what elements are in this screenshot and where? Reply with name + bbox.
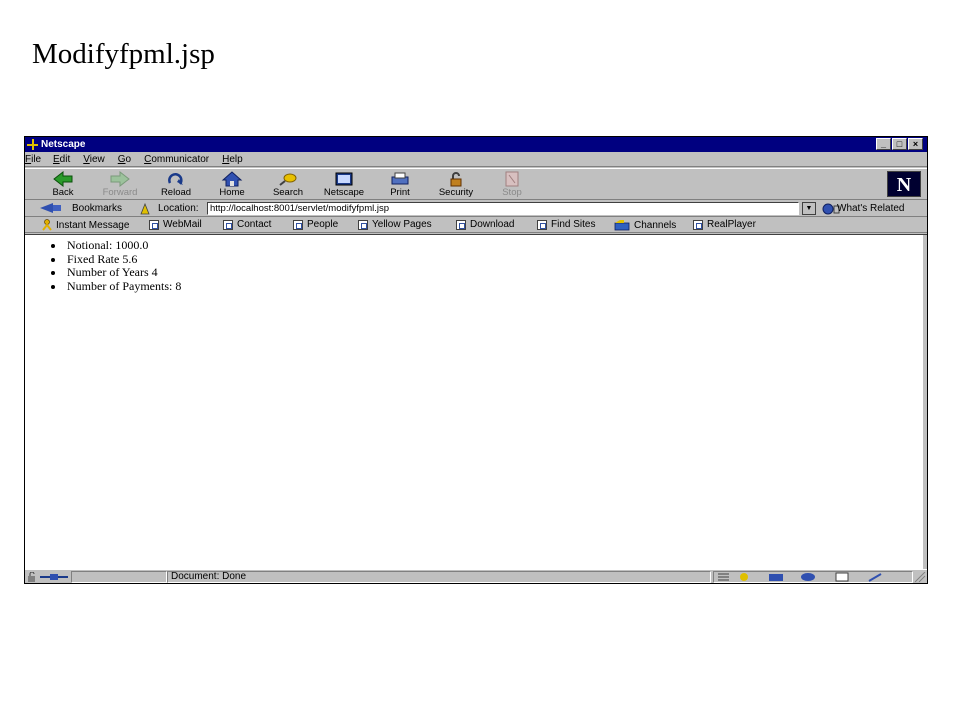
netscape-button[interactable]: Netscape <box>319 171 369 199</box>
menu-edit[interactable]: Edit <box>52 154 76 165</box>
bookmark-page-icon <box>293 219 303 230</box>
page-content-area: Notional: 1000.0 Fixed Rate 5.6 Number o… <box>25 234 927 570</box>
address-book-component-icon[interactable] <box>867 572 885 582</box>
back-button[interactable]: Back <box>38 171 88 199</box>
print-button[interactable]: Print <box>375 171 425 199</box>
menu-communicator[interactable]: Communicator <box>143 154 215 165</box>
browser-window: Netscape _ □ × File Edit View Go Communi… <box>24 136 928 584</box>
netscape-throbber-logo[interactable]: N <box>887 171 921 197</box>
maximize-button[interactable]: □ <box>892 138 907 150</box>
list-item: Fixed Rate 5.6 <box>50 252 181 267</box>
my-netscape-icon <box>335 172 353 186</box>
personal-item-webmail[interactable]: WebMail <box>149 219 202 230</box>
slide-title: Modifyfpml.jsp <box>32 38 215 70</box>
menu-bar: File Edit View Go Communicator Help <box>25 152 927 167</box>
status-text: Document: Done <box>167 571 711 583</box>
channels-folder-icon <box>614 220 630 231</box>
stop-button[interactable]: Stop <box>487 171 537 199</box>
minimize-button[interactable]: _ <box>876 138 891 150</box>
location-label: Location: <box>158 203 199 214</box>
personal-item-yellow-pages[interactable]: Yellow Pages <box>358 219 432 230</box>
forward-button[interactable]: Forward <box>95 171 145 199</box>
security-button[interactable]: Security <box>431 171 481 199</box>
search-icon <box>279 173 297 186</box>
navigator-component-icon[interactable] <box>735 572 753 582</box>
menu-file[interactable]: File <box>25 154 42 165</box>
discussion-component-icon[interactable] <box>799 572 817 582</box>
stop-icon <box>505 171 519 187</box>
bookmark-page-icon <box>223 219 233 230</box>
status-bar: Document: Done <box>25 569 927 583</box>
location-dropdown-icon[interactable]: ▼ <box>802 202 816 215</box>
status-list-icon[interactable] <box>715 572 733 582</box>
whats-related-button[interactable]: What's Related <box>837 203 905 214</box>
netscape-app-icon <box>27 139 38 150</box>
close-button[interactable]: × <box>908 138 923 150</box>
personal-item-realplayer[interactable]: RealPlayer <box>693 219 756 230</box>
home-icon <box>221 171 243 187</box>
reload-button[interactable]: Reload <box>151 171 201 199</box>
personal-item-contact[interactable]: Contact <box>223 219 271 230</box>
search-button[interactable]: Search <box>263 171 313 199</box>
reload-icon <box>168 173 183 185</box>
personal-item-download[interactable]: Download <box>456 219 514 230</box>
list-item: Notional: 1000.0 <box>50 238 181 253</box>
menu-go[interactable]: Go <box>117 154 137 165</box>
menu-help[interactable]: Help <box>221 154 249 165</box>
composer-component-icon[interactable] <box>833 572 851 582</box>
navigation-toolbar: Back Forward Reload Home Search Netscape… <box>25 168 927 200</box>
back-arrow-icon <box>53 171 73 187</box>
mail-component-icon[interactable] <box>767 572 785 582</box>
menu-view[interactable]: View <box>82 154 111 165</box>
bookmark-page-icon <box>149 219 159 230</box>
bookmarks-button[interactable]: Bookmarks <box>72 203 122 214</box>
list-item: Number of Years 4 <box>50 265 181 280</box>
vertical-scrollbar[interactable] <box>923 235 927 570</box>
bookmark-page-icon <box>358 219 368 230</box>
bookmark-page-icon <box>537 219 547 230</box>
progress-panel <box>71 571 167 583</box>
window-title: Netscape <box>41 139 86 150</box>
connection-status-icon <box>40 574 68 580</box>
print-icon <box>391 172 409 185</box>
security-lock-icon <box>450 172 462 187</box>
bookmark-page-icon <box>456 219 466 230</box>
personal-item-find-sites[interactable]: Find Sites <box>537 219 595 230</box>
fpml-values-list: Notional: 1000.0 Fixed Rate 5.6 Number o… <box>50 238 182 293</box>
list-item: Number of Payments: 8 <box>50 278 182 293</box>
personal-toolbar: Instant Message WebMail Contact People Y… <box>25 217 927 233</box>
personal-item-instant-message[interactable]: Instant Message <box>41 219 129 231</box>
home-button[interactable]: Home <box>207 171 257 199</box>
bookmark-page-icon <box>693 219 703 230</box>
title-bar: Netscape _ □ × <box>25 137 927 152</box>
instant-message-icon <box>42 219 52 231</box>
forward-arrow-icon <box>110 171 130 187</box>
location-page-icon <box>140 203 150 215</box>
personal-item-people[interactable]: People <box>293 219 338 230</box>
location-url-input[interactable]: http://localhost:8001/servlet/modifyfpml… <box>207 202 799 215</box>
location-bar: Bookmarks Location: http://localhost:800… <box>25 200 927 217</box>
bookmarks-icon[interactable] <box>39 202 63 214</box>
personal-item-channels[interactable]: Channels <box>614 219 676 231</box>
resize-grip-icon[interactable] <box>909 572 927 582</box>
security-status-icon[interactable] <box>27 572 39 582</box>
